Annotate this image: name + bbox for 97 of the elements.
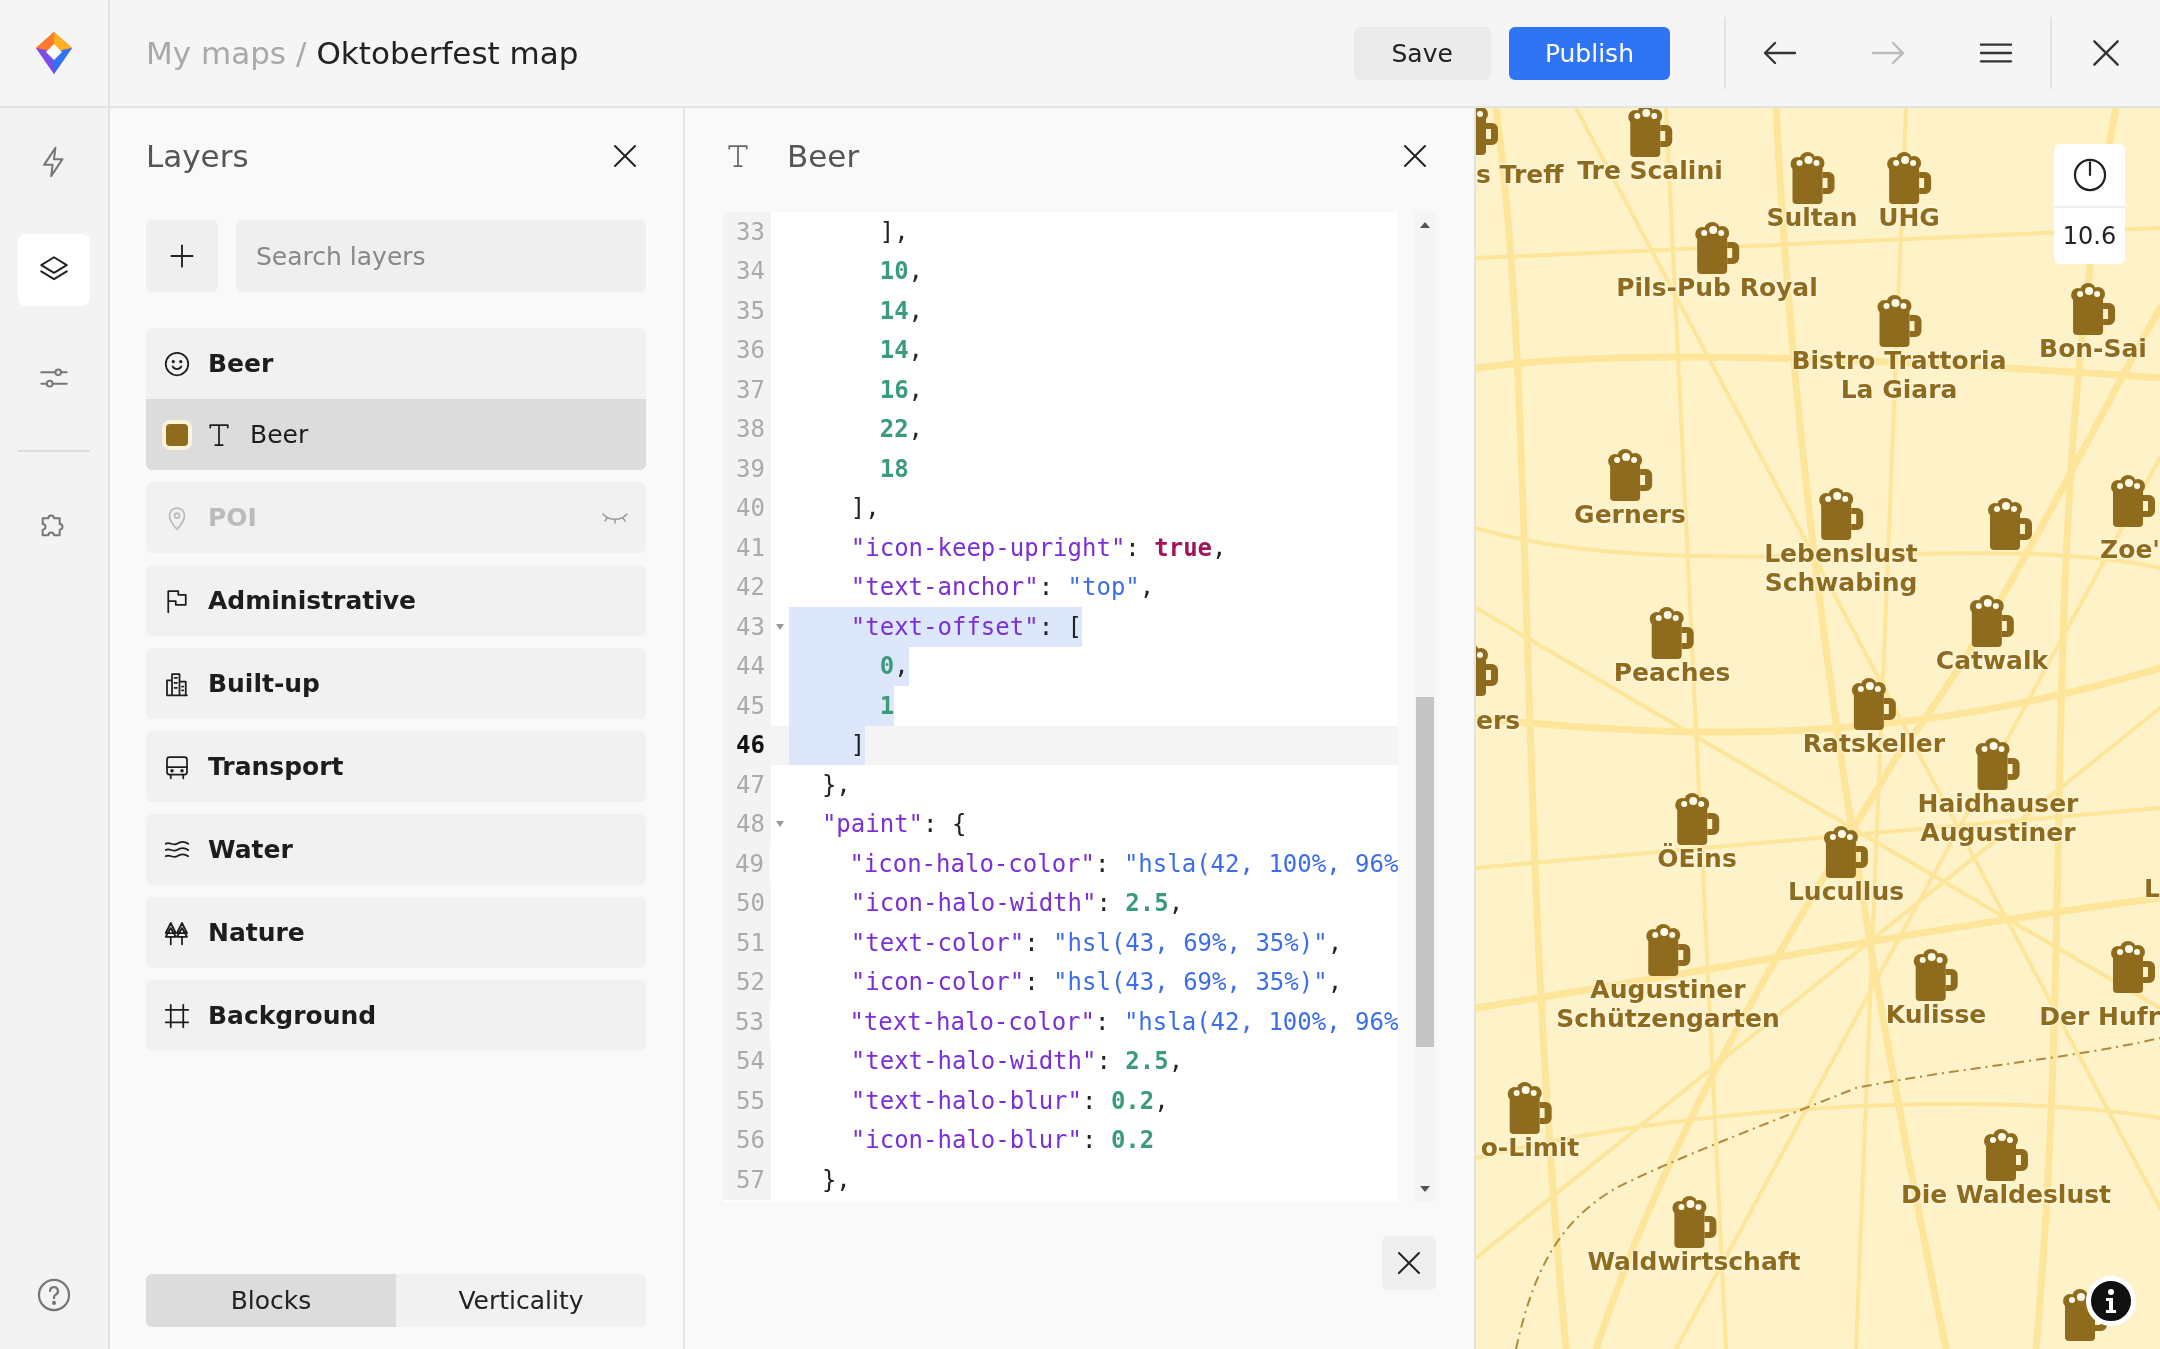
line-number: 48 bbox=[723, 804, 771, 844]
line-number: 52 bbox=[723, 962, 771, 1002]
code-editor[interactable] bbox=[723, 212, 1399, 1202]
line-number: 41 bbox=[723, 528, 771, 568]
place-label[interactable]: UHG bbox=[1878, 204, 1940, 233]
line-number: 34 bbox=[723, 251, 771, 291]
line-number: 35 bbox=[723, 291, 771, 331]
code-line: }, bbox=[820, 769, 851, 801]
publish-button[interactable]: Publish bbox=[1508, 26, 1670, 80]
editor-title: Beer bbox=[787, 138, 861, 174]
place-label[interactable]: Bon-Sai bbox=[2039, 335, 2147, 364]
code-line: "text-anchor": "top", bbox=[849, 572, 1155, 604]
code-line: }, bbox=[820, 1164, 851, 1196]
close-button[interactable] bbox=[1382, 1236, 1436, 1290]
fold-caret-icon[interactable] bbox=[775, 622, 785, 631]
line-number: 44 bbox=[723, 646, 771, 686]
place-label[interactable]: L bbox=[2144, 875, 2160, 904]
place-label[interactable]: Augustiner Schützengarten bbox=[1556, 976, 1780, 1034]
place-label[interactable]: ÖEins bbox=[1657, 845, 1737, 874]
code-line: 22, bbox=[878, 414, 924, 446]
place-label[interactable]: Kulisse bbox=[1885, 1001, 1987, 1030]
layer-group[interactable]: Nature bbox=[146, 897, 646, 968]
layer-group[interactable]: Beer bbox=[146, 328, 646, 399]
view-tab[interactable]: Blocks bbox=[146, 1274, 396, 1327]
place-label[interactable]: Sultan bbox=[1766, 204, 1858, 233]
line-number: 47 bbox=[723, 765, 771, 805]
place-label[interactable]: Haidhauser Augustiner bbox=[1917, 790, 2079, 848]
layer-group[interactable]: Transport bbox=[146, 731, 646, 802]
place-label[interactable]: Catwalk bbox=[1935, 647, 2049, 676]
line-number: 54 bbox=[723, 1041, 771, 1081]
line-number: 37 bbox=[723, 370, 771, 410]
code-line: ], bbox=[878, 216, 909, 248]
breadcrumb-separator: / bbox=[296, 35, 307, 71]
map-title: Oktoberfest map bbox=[316, 35, 579, 71]
place-label[interactable]: Tre Scalini bbox=[1577, 157, 1723, 186]
code-line: "icon-color": "hsl(43, 69%, 35%)", bbox=[849, 967, 1343, 999]
place-label[interactable]: ers bbox=[1476, 707, 1521, 736]
place-label[interactable]: Waldwirtschaft bbox=[1587, 1248, 1801, 1277]
line-number: 40 bbox=[723, 488, 771, 528]
save-button[interactable]: Save bbox=[1353, 26, 1491, 80]
line-number: 56 bbox=[723, 1120, 771, 1160]
line-number: 36 bbox=[723, 330, 771, 370]
scroll-down-icon[interactable] bbox=[1419, 1184, 1432, 1194]
place-label[interactable]: Lebenslust Schwabing bbox=[1764, 540, 1918, 598]
code-line: "paint": { bbox=[820, 809, 967, 841]
info-icon bbox=[2105, 1288, 2117, 1314]
place-label[interactable]: Bistro Trattoria La Giara bbox=[1791, 347, 2007, 405]
line-number: 39 bbox=[723, 449, 771, 489]
place-label[interactable]: Die Waldeslust bbox=[1901, 1181, 2111, 1210]
place-label[interactable]: Peaches bbox=[1613, 659, 1731, 688]
line-number: 50 bbox=[723, 883, 771, 923]
zoom-level: 10.6 bbox=[2054, 206, 2125, 264]
code-line: 10, bbox=[878, 256, 924, 288]
scrollbar[interactable] bbox=[1414, 212, 1436, 1202]
code-line: 14, bbox=[878, 295, 924, 327]
code-line: "text-color": "hsl(43, 69%, 35%)", bbox=[849, 927, 1343, 959]
line-number: 45 bbox=[723, 686, 771, 726]
line-number: 38 bbox=[723, 409, 771, 449]
code-line: "icon-halo-width": 2.5, bbox=[849, 888, 1184, 920]
layer-group[interactable]: Built-up bbox=[146, 648, 646, 719]
code-line: ], bbox=[849, 493, 880, 525]
code-line: 18 bbox=[878, 453, 909, 485]
line-number: 51 bbox=[723, 923, 771, 963]
code-line: "text-halo-width": 2.5, bbox=[849, 1046, 1184, 1078]
code-line: 14, bbox=[878, 335, 924, 367]
code-line: "text-halo-blur": 0.2, bbox=[849, 1085, 1169, 1117]
place-label[interactable]: Lucullus bbox=[1787, 878, 1905, 907]
place-label[interactable]: Pils-Pub Royal bbox=[1616, 274, 1818, 303]
panel-title: Layers bbox=[146, 138, 249, 174]
place-label[interactable]: o-Limit bbox=[1480, 1134, 1580, 1163]
line-number: 49 bbox=[723, 844, 770, 884]
line-number: 33 bbox=[723, 212, 771, 252]
layer-group[interactable]: Background bbox=[146, 980, 646, 1051]
layer-item[interactable]: Beer bbox=[146, 399, 646, 470]
place-label[interactable]: Zoe' bbox=[2100, 536, 2160, 565]
sidebar-tab[interactable] bbox=[18, 234, 90, 306]
layer-group[interactable]: Administrative bbox=[146, 565, 646, 636]
street-map-drawing[interactable] bbox=[1476, 108, 2160, 1349]
line-number: 53 bbox=[723, 1002, 770, 1042]
place-label[interactable]: Ratskeller bbox=[1802, 730, 1946, 759]
place-label[interactable]: Gerners bbox=[1574, 501, 1686, 530]
line-number: 42 bbox=[723, 567, 771, 607]
layer-group[interactable]: Water bbox=[146, 814, 646, 885]
code-line: 16, bbox=[878, 374, 924, 406]
code-line: "icon-halo-color": "hsla(42, 100%, 96% bbox=[848, 848, 1399, 880]
help-icon bbox=[35, 1276, 73, 1314]
place-label[interactable]: Der Hufr bbox=[2039, 1003, 2160, 1032]
scroll-up-icon[interactable] bbox=[1419, 220, 1432, 230]
code-line: "icon-halo-blur": 0.2 bbox=[849, 1125, 1155, 1157]
code-line: "text-halo-color": "hsla(42, 100%, 96% bbox=[848, 1006, 1399, 1038]
fold-caret-icon[interactable] bbox=[775, 820, 785, 829]
line-number: 55 bbox=[723, 1081, 771, 1121]
line-number: 43 bbox=[723, 607, 771, 647]
place-label[interactable]: s Treff bbox=[1476, 161, 1564, 190]
line-number: 57 bbox=[723, 1160, 771, 1200]
code-line: "icon-keep-upright": true, bbox=[849, 532, 1227, 564]
search-field[interactable]: Search layers bbox=[236, 220, 646, 292]
